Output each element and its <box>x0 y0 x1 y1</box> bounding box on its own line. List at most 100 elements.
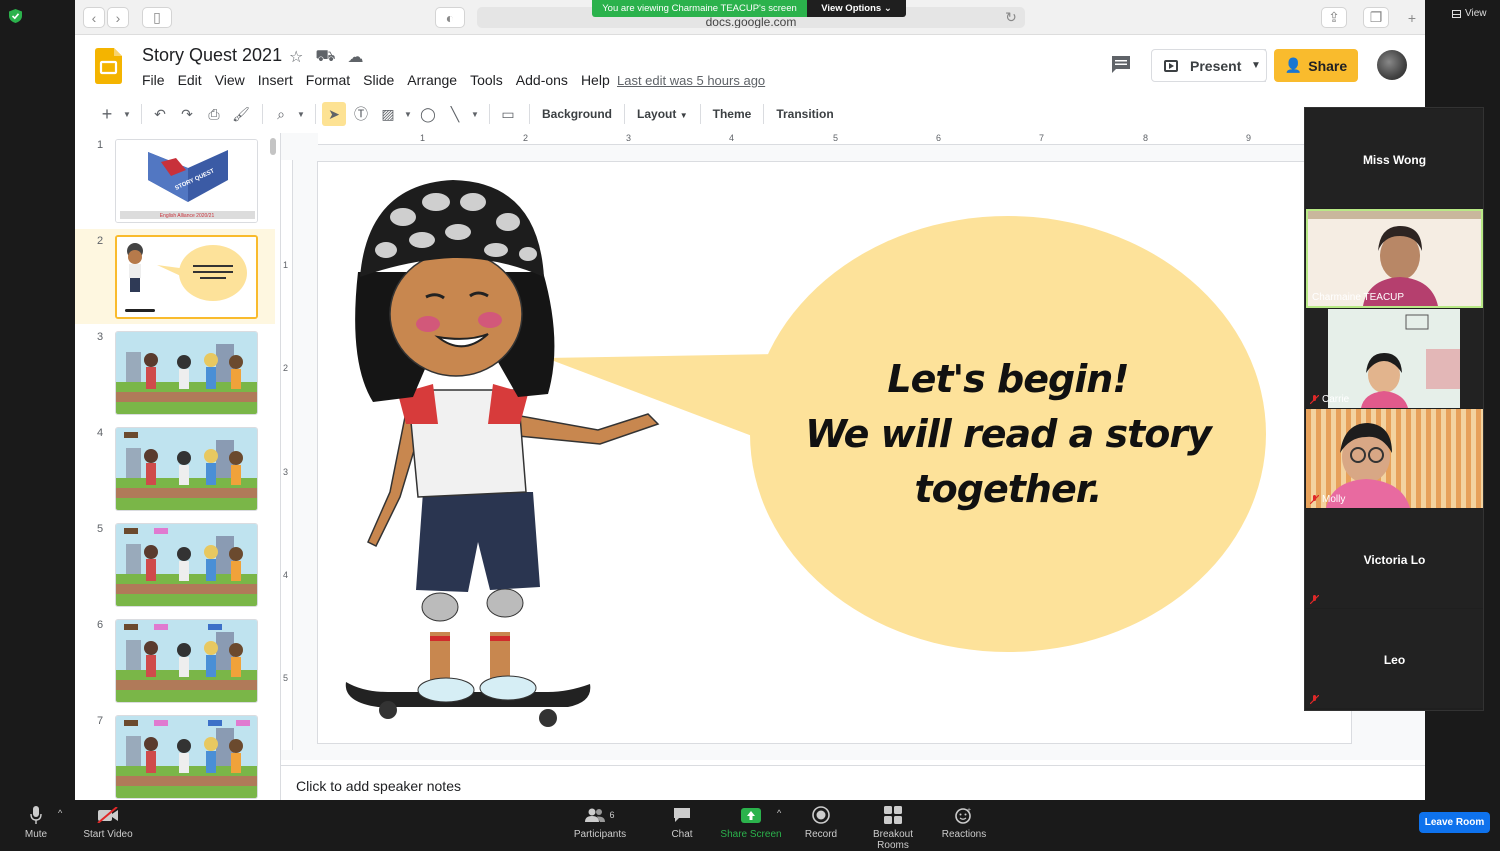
toolbar-divider <box>262 104 263 124</box>
slide-thumbnail-selected[interactable] <box>115 235 258 319</box>
view-options-button[interactable]: View Options ⌄ <box>807 0 906 17</box>
vertical-ruler[interactable]: 1 2 3 4 5 <box>281 160 293 750</box>
thumbnail-row[interactable]: 5 <box>75 517 275 612</box>
share-options-caret[interactable]: ^ <box>777 808 781 818</box>
participant-tile[interactable]: Miss Wong <box>1306 109 1483 208</box>
menu-file[interactable]: File <box>142 72 165 88</box>
thumbnail-row[interactable]: 4 <box>75 421 275 516</box>
audio-options-caret[interactable]: ^ <box>58 808 62 818</box>
account-avatar[interactable] <box>1377 50 1407 80</box>
view-button[interactable]: View <box>1452 8 1487 19</box>
menu-help[interactable]: Help <box>581 72 610 88</box>
theme-button[interactable]: Theme <box>707 107 758 121</box>
new-tab-button[interactable]: + <box>1401 7 1423 28</box>
menu-arrange[interactable]: Arrange <box>407 72 457 88</box>
chevron-up-icon: ^ <box>58 808 63 818</box>
tabs-overview-button[interactable]: ❐ <box>1363 7 1389 28</box>
thumbnail-row[interactable]: 7 <box>75 709 275 800</box>
redo-button[interactable]: ↷ <box>175 102 199 126</box>
present-label: Present <box>1190 57 1242 74</box>
slide-filmstrip: 1 STORY QUEST English Alliance 2020/21 2 <box>75 133 281 800</box>
share-page-button[interactable]: ⇪ <box>1321 7 1347 28</box>
menu-format[interactable]: Format <box>306 72 350 88</box>
paint-format-button[interactable]: 🖌 <box>229 102 253 126</box>
slide-thumbnail[interactable] <box>115 523 258 607</box>
breakout-rooms-button[interactable]: Breakout Rooms <box>856 805 930 851</box>
record-button[interactable]: Record <box>800 805 842 840</box>
thumbnail-row[interactable]: 1 STORY QUEST English Alliance 2020/21 <box>75 133 275 228</box>
speech-line-2: We will read a story <box>805 412 1212 456</box>
zoom-left-margin <box>0 0 75 800</box>
back-button[interactable]: ‹ <box>83 7 105 28</box>
layout-button[interactable]: Layout ▼ <box>631 107 694 121</box>
speaker-notes-placeholder[interactable]: Click to add speaker notes <box>296 778 461 794</box>
thumbnail-row[interactable]: 3 <box>75 325 275 420</box>
reload-button[interactable]: ↻ <box>1000 7 1022 28</box>
caret-down-icon: ▼ <box>471 109 479 119</box>
document-title[interactable]: Story Quest 2021 <box>142 45 282 66</box>
menu-view[interactable]: View <box>215 72 245 88</box>
text-box-button[interactable]: Ⓣ <box>349 102 373 126</box>
menu-addons[interactable]: Add-ons <box>516 72 568 88</box>
participant-tile-active-speaker[interactable]: Charmaine TEACUP <box>1306 209 1483 308</box>
reactions-button[interactable]: + Reactions <box>940 805 988 840</box>
move-to-drive-icon[interactable]: ⛟ <box>315 47 335 67</box>
mute-button[interactable]: Mute <box>20 805 52 840</box>
caret-down-icon: ▼ <box>679 111 688 120</box>
shape-button[interactable]: ◯ <box>416 102 440 126</box>
participant-tile[interactable]: Victoria Lo <box>1306 509 1483 608</box>
select-tool-button[interactable]: ➤ <box>322 102 346 126</box>
slides-logo-icon[interactable] <box>95 48 122 84</box>
share-button[interactable]: 👤 Share <box>1274 49 1358 82</box>
line-button[interactable]: ╲ <box>443 102 467 126</box>
participants-button[interactable]: 6 Participants <box>570 805 630 840</box>
menu-tools[interactable]: Tools <box>470 72 503 88</box>
slide-canvas[interactable]: Let's begin! We will read a story togeth… <box>317 161 1352 744</box>
thumbnail-row-selected[interactable]: 2 <box>75 229 275 324</box>
image-dropdown[interactable]: ▼ <box>403 102 413 126</box>
privacy-report-button[interactable]: ◐ <box>435 7 465 28</box>
slide-thumbnail[interactable] <box>115 715 258 799</box>
slide-thumbnail[interactable]: STORY QUEST English Alliance 2020/21 <box>115 139 258 223</box>
zoom-button[interactable]: ⌕ <box>269 102 293 126</box>
last-edit-link[interactable]: Last edit was 5 hours ago <box>617 73 765 88</box>
line-icon: ╲ <box>450 105 460 122</box>
start-video-button[interactable]: Start Video <box>80 805 136 840</box>
slide-thumbnail[interactable] <box>115 619 258 703</box>
menu-insert[interactable]: Insert <box>258 72 293 88</box>
thumbnail-number: 7 <box>97 715 104 727</box>
new-slide-button[interactable]: + <box>95 102 119 126</box>
slide-thumbnail[interactable] <box>115 331 258 415</box>
plus-icon: + <box>1407 9 1417 26</box>
sidebar-toggle-button[interactable]: ▯ <box>142 7 172 28</box>
leave-room-button[interactable]: Leave Room <box>1419 812 1490 833</box>
background-button[interactable]: Background <box>536 107 618 121</box>
cloud-status-icon[interactable]: ☁ <box>347 47 363 67</box>
participant-name: Miss Wong <box>1362 153 1427 167</box>
forward-button[interactable]: › <box>107 7 129 28</box>
thumbnail-row[interactable]: 6 <box>75 613 275 708</box>
undo-button[interactable]: ↶ <box>148 102 172 126</box>
menu-edit[interactable]: Edit <box>178 72 202 88</box>
speech-bubble-text[interactable]: Let's begin! We will read a story togeth… <box>798 352 1218 517</box>
menu-slide[interactable]: Slide <box>363 72 394 88</box>
line-dropdown[interactable]: ▼ <box>470 102 480 126</box>
share-screen-button[interactable]: Share Screen <box>720 805 782 840</box>
slide-thumbnail[interactable] <box>115 427 258 511</box>
transition-button[interactable]: Transition <box>770 107 839 121</box>
comment-history-icon[interactable] <box>1110 55 1132 75</box>
present-options-dropdown[interactable]: ▼ <box>1246 49 1267 82</box>
participant-tile[interactable]: Carrie <box>1306 309 1483 408</box>
zoom-dropdown[interactable]: ▼ <box>296 102 306 126</box>
participant-tile[interactable]: Molly <box>1306 409 1483 508</box>
security-shield-icon[interactable] <box>9 9 22 23</box>
new-slide-dropdown[interactable]: ▼ <box>122 102 132 126</box>
chat-button[interactable]: Chat <box>662 805 702 840</box>
star-icon[interactable]: ☆ <box>289 47 303 67</box>
image-button[interactable]: ▨ <box>376 102 400 126</box>
breakout-rooms-label: Breakout Rooms <box>872 829 914 851</box>
print-button[interactable]: ⎙ <box>202 102 226 126</box>
add-comment-button[interactable]: ▭ <box>496 102 520 126</box>
participant-tile[interactable]: Leo <box>1306 609 1483 708</box>
horizontal-ruler[interactable]: 1 2 3 4 5 6 7 8 9 <box>318 133 1378 145</box>
